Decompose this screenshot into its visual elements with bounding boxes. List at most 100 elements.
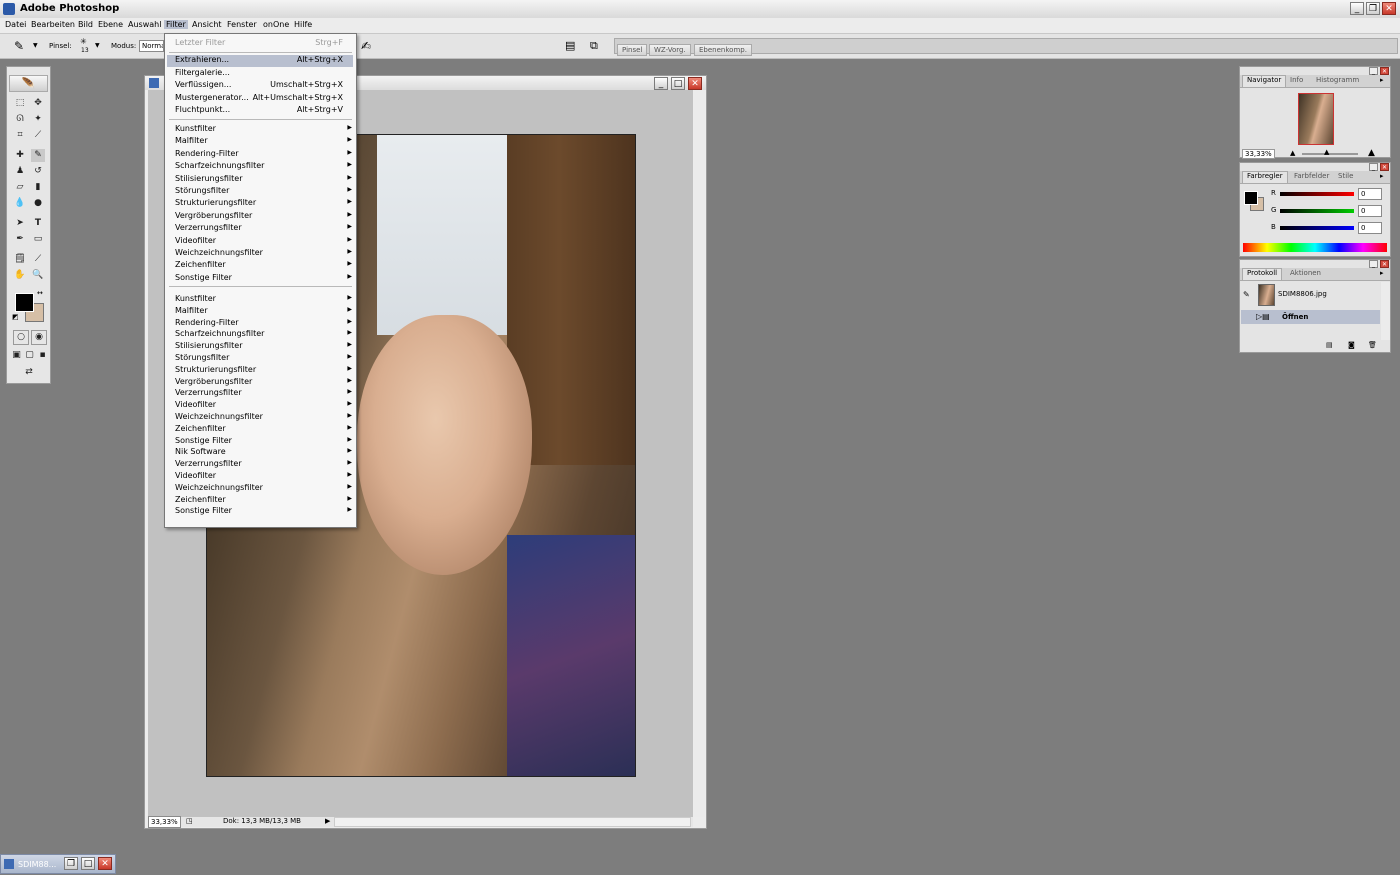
blur-tool-icon[interactable]: 💧 [13, 197, 27, 210]
type-tool-icon[interactable]: T [31, 217, 45, 230]
group2-submenu-item[interactable]: Weichzeichnungsfilter ▶ [175, 412, 353, 424]
menu-item-mustergenerator[interactable]: Mustergenerator... Alt+Umschalt+Strg+X [175, 93, 353, 105]
group1-submenu-item[interactable]: Störungsfilter ▶ [175, 186, 353, 198]
screen-mode-full-menu-icon[interactable]: ▢ [24, 349, 35, 362]
group1-submenu-item[interactable]: Videofilter ▶ [175, 236, 353, 248]
menu-bearbeiten[interactable]: Bearbeiten [29, 20, 77, 29]
group2-submenu-item[interactable]: Stilisierungsfilter ▶ [175, 341, 353, 353]
tab-info[interactable]: Info [1286, 76, 1307, 84]
healing-brush-icon[interactable]: ✚ [13, 149, 27, 162]
group1-submenu-item[interactable]: Zeichenfilter ▶ [175, 260, 353, 272]
tab-stile[interactable]: Stile [1334, 172, 1357, 180]
r-value[interactable]: 0 [1358, 188, 1382, 200]
spectrum-bar[interactable] [1243, 243, 1387, 252]
brush-tool-icon[interactable]: ✎ [31, 149, 45, 162]
group1-submenu-item[interactable]: Scharfzeichnungsfilter ▶ [175, 161, 353, 173]
history-scrollbar[interactable] [1381, 282, 1390, 340]
tab-histogramm[interactable]: Histogramm [1312, 76, 1363, 84]
close-button[interactable]: ✕ [1382, 2, 1396, 15]
group1-submenu-item[interactable]: Vergröberungsfilter ▶ [175, 211, 353, 223]
navigator-close-icon[interactable]: ✕ [1380, 67, 1389, 75]
group1-submenu-item[interactable]: Sonstige Filter ▶ [175, 273, 353, 285]
horizontal-scrollbar[interactable] [334, 817, 691, 827]
menu-item-extrahieren[interactable]: Extrahieren... Alt+Strg+X [167, 55, 353, 67]
group2-submenu-item[interactable]: Scharfzeichnungsfilter ▶ [175, 329, 353, 341]
tab-navigator[interactable]: Navigator [1242, 75, 1287, 87]
group1-submenu-item[interactable]: Verzerrungsfilter ▶ [175, 223, 353, 235]
b-value[interactable]: 0 [1358, 222, 1382, 234]
foreground-color-swatch[interactable] [15, 293, 34, 312]
menu-fenster[interactable]: Fenster [225, 20, 259, 29]
palette-menu-icon[interactable]: ▸ [1380, 269, 1384, 277]
brush-dropdown-arrow[interactable]: ▼ [95, 42, 100, 49]
group2-submenu-item[interactable]: Sonstige Filter ▶ [175, 436, 353, 448]
status-menu-icon[interactable]: ◳ [186, 817, 193, 825]
group2-submenu-item[interactable]: Malfilter ▶ [175, 306, 353, 318]
shape-tool-icon[interactable]: ▭ [31, 233, 45, 246]
well-tab-pinsel[interactable]: Pinsel [617, 44, 648, 56]
tab-farbfelder[interactable]: Farbfelder [1290, 172, 1333, 180]
crop-tool-icon[interactable]: ⌗ [13, 129, 27, 142]
marquee-tool-icon[interactable]: ⬚ [13, 97, 27, 110]
group1-submenu-item[interactable]: Malfilter ▶ [175, 136, 353, 148]
group1-submenu-item[interactable]: Stilisierungsfilter ▶ [175, 174, 353, 186]
zoom-tool-icon[interactable]: 🔍 [31, 269, 45, 282]
menu-ansicht[interactable]: Ansicht [190, 20, 224, 29]
vertical-scrollbar[interactable] [694, 90, 705, 817]
doc-close-button[interactable]: ✕ [688, 77, 702, 90]
menu-item-filtergalerie[interactable]: Filtergalerie... [175, 68, 353, 80]
slice-tool-icon[interactable]: ⟋ [31, 129, 45, 142]
zoom-slider-handle-icon[interactable]: ▲ [1324, 148, 1329, 156]
new-document-from-state-icon[interactable]: ▤ [1326, 341, 1333, 349]
group2-submenu-item[interactable]: Videofilter ▶ [175, 400, 353, 412]
airbrush-icon[interactable]: ✍ [361, 39, 371, 53]
group2-submenu-item[interactable]: Weichzeichnungsfilter ▶ [175, 483, 353, 495]
r-slider[interactable] [1280, 192, 1354, 196]
group2-submenu-item[interactable]: Strukturierungsfilter ▶ [175, 365, 353, 377]
doc-minimize-button[interactable]: _ [654, 77, 668, 90]
doc-maximize-button[interactable]: □ [671, 77, 685, 90]
history-close-icon[interactable]: ✕ [1380, 260, 1389, 268]
dodge-tool-icon[interactable]: ● [31, 197, 45, 210]
clone-stamp-icon[interactable]: ♟ [13, 165, 27, 178]
group2-submenu-item[interactable]: Nik Software ▶ [175, 447, 353, 459]
swap-colors-icon[interactable]: ↔ [37, 289, 43, 297]
new-snapshot-icon[interactable]: ◙ [1348, 341, 1355, 349]
history-brush-source-icon[interactable]: ✎ [1243, 290, 1250, 299]
palette-toggle-icon[interactable]: ⧉ [590, 39, 598, 53]
zoom-out-icon[interactable]: ▲ [1290, 149, 1295, 157]
history-brush-icon[interactable]: ↺ [31, 165, 45, 178]
group2-submenu-item[interactable]: Störungsfilter ▶ [175, 353, 353, 365]
preset-dropdown-arrow[interactable]: ▼ [33, 42, 38, 49]
group2-submenu-item[interactable]: Rendering-Filter ▶ [175, 318, 353, 330]
group1-submenu-item[interactable]: Strukturierungsfilter ▶ [175, 198, 353, 210]
group2-submenu-item[interactable]: Kunstfilter ▶ [175, 294, 353, 306]
brush-preview-icon[interactable]: ✳ [80, 37, 87, 46]
group2-submenu-item[interactable]: Zeichenfilter ▶ [175, 424, 353, 436]
notes-tool-icon[interactable]: 🗒 [13, 253, 27, 266]
menu-auswahl[interactable]: Auswahl [126, 20, 163, 29]
group2-submenu-item[interactable]: Zeichenfilter ▶ [175, 495, 353, 507]
g-slider[interactable] [1280, 209, 1354, 213]
menu-ebene[interactable]: Ebene [96, 20, 125, 29]
minimized-document[interactable]: SDIM88... ❐ □ ✕ [0, 854, 116, 874]
screen-mode-full-icon[interactable]: ▪ [37, 349, 48, 362]
minidoc-restore-button[interactable]: ❐ [64, 857, 78, 870]
b-slider[interactable] [1280, 226, 1354, 230]
fg-color-swatch[interactable] [1244, 191, 1258, 205]
quick-mask-mode-icon[interactable]: ◉ [31, 330, 47, 345]
hand-tool-icon[interactable]: ✋ [13, 269, 27, 282]
lasso-tool-icon[interactable]: ᘏ [13, 113, 27, 126]
snapshot-name[interactable]: SDIM8806.jpg [1278, 290, 1327, 298]
menu-onone[interactable]: onOne [261, 20, 291, 29]
color-close-icon[interactable]: ✕ [1380, 163, 1389, 171]
snapshot-thumbnail[interactable] [1258, 284, 1275, 306]
group2-submenu-item[interactable]: Vergröberungsfilter ▶ [175, 377, 353, 389]
photoshop-feather-logo[interactable]: 🪶 [9, 75, 48, 92]
brush-tool-preset-icon[interactable]: ✎ [14, 39, 24, 53]
color-minimize-icon[interactable]: _ [1369, 163, 1378, 171]
navigator-zoom-value[interactable]: 33,33% [1242, 149, 1275, 159]
navigator-thumbnail[interactable] [1298, 93, 1334, 145]
standard-mode-icon[interactable]: ○ [13, 330, 29, 345]
history-step-label[interactable]: Öffnen [1282, 313, 1308, 321]
